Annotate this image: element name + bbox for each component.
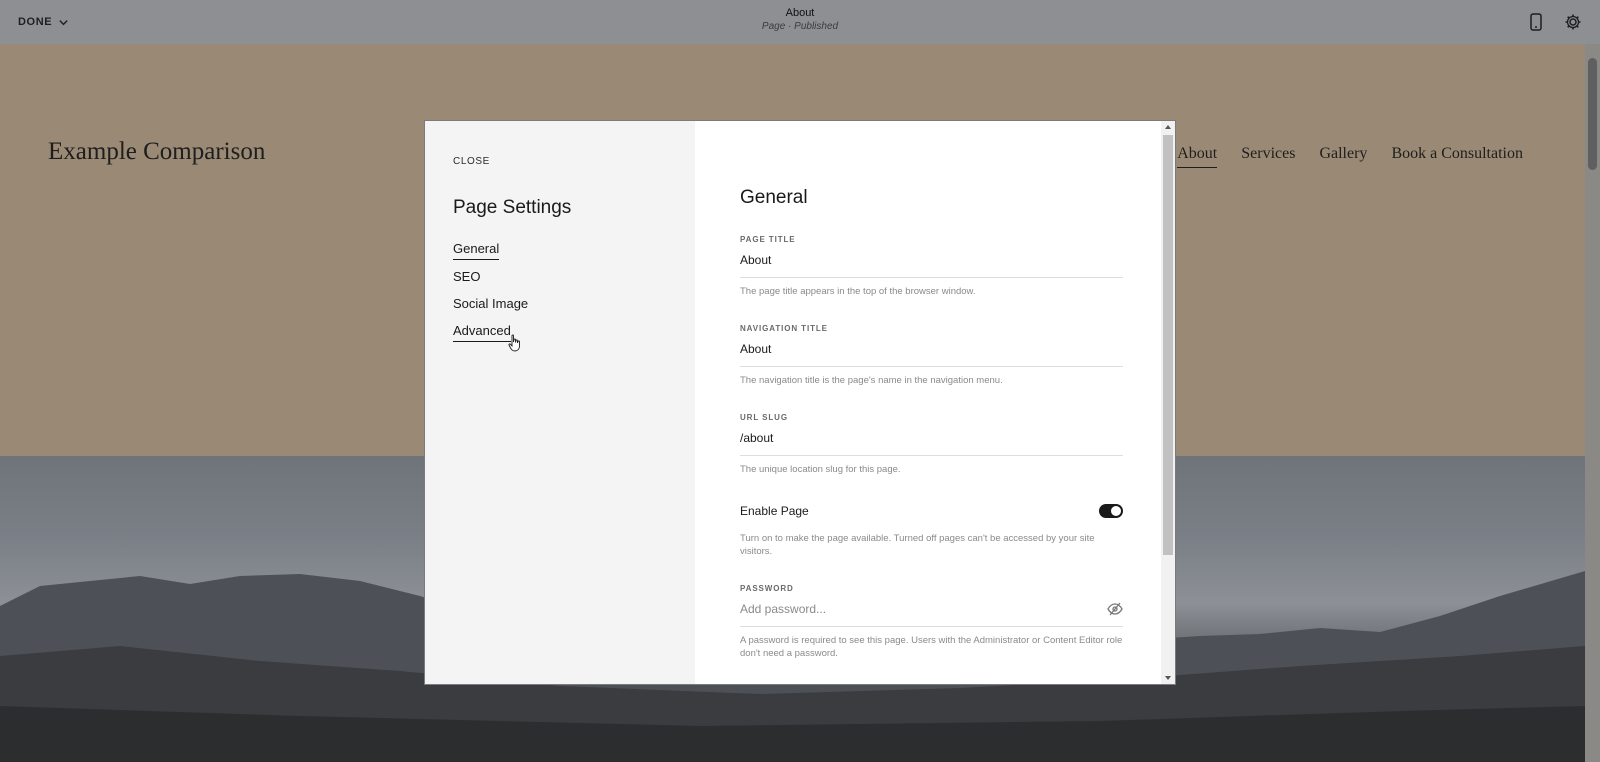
page-title-help: The page title appears in the top of the…: [740, 286, 976, 297]
site-logo[interactable]: Example Comparison: [48, 138, 265, 166]
page-indicator-title: About: [785, 7, 815, 19]
site-navigation: About Services Gallery Book a Consultati…: [1177, 145, 1523, 168]
mobile-icon[interactable]: [1530, 13, 1542, 31]
settings-title: Page Settings: [453, 197, 572, 218]
tab-seo[interactable]: SEO: [453, 269, 480, 287]
site-nav-book-consultation[interactable]: Book a Consultation: [1391, 145, 1523, 168]
page-settings-modal: CLOSE Page Settings General SEO Social I…: [425, 121, 1175, 684]
tab-general[interactable]: General: [453, 241, 500, 260]
settings-tabs: General SEO Social Image Advanced: [453, 241, 667, 342]
url-slug-label: URL SLUG: [740, 413, 788, 422]
page-indicator: About Page · Published: [762, 7, 838, 32]
page-scrollbar[interactable]: [1585, 44, 1600, 762]
page-indicator-status: Page · Published: [761, 21, 839, 32]
tab-social-image[interactable]: Social Image: [453, 296, 528, 314]
editor-topbar: DONE About Page · Published: [0, 0, 1600, 44]
site-nav-services[interactable]: Services: [1241, 145, 1295, 168]
password-input-row: [740, 602, 1123, 627]
enable-page-toggle[interactable]: [1099, 504, 1123, 518]
close-button[interactable]: CLOSE: [453, 156, 490, 167]
page-scrollbar-thumb[interactable]: [1588, 58, 1597, 170]
eye-off-icon[interactable]: [1107, 602, 1123, 616]
hand-cursor-icon: [508, 334, 520, 352]
settings-sidebar: CLOSE Page Settings General SEO Social I…: [425, 121, 695, 684]
modal-scrollbar[interactable]: [1161, 121, 1175, 684]
done-button[interactable]: DONE: [18, 16, 69, 28]
chevron-down-icon: [59, 19, 68, 25]
tab-advanced[interactable]: Advanced: [453, 323, 511, 342]
site-nav-about[interactable]: About: [1177, 145, 1218, 168]
settings-content: General PAGE TITLE About The page title …: [695, 121, 1175, 684]
scroll-up-arrow-icon[interactable]: [1165, 125, 1171, 129]
section-title: General: [740, 187, 808, 208]
modal-scrollbar-thumb[interactable]: [1163, 135, 1173, 555]
navigation-title-field: NAVIGATION TITLE About The navigation ti…: [740, 324, 1123, 387]
topbar-actions: [1530, 13, 1582, 31]
navigation-title-help: The navigation title is the page's name …: [740, 375, 1003, 386]
password-help: A password is required to see this page.…: [740, 635, 1123, 659]
password-field: PASSWORD A password is required to see t…: [740, 584, 1123, 660]
navigation-title-label: NAVIGATION TITLE: [740, 324, 828, 333]
gear-icon[interactable]: [1564, 13, 1582, 31]
done-label: DONE: [18, 16, 53, 28]
site-nav-gallery[interactable]: Gallery: [1319, 145, 1367, 168]
scroll-down-arrow-icon[interactable]: [1165, 676, 1171, 680]
url-slug-help: The unique location slug for this page.: [740, 464, 901, 475]
navigation-title-input[interactable]: About: [740, 342, 1123, 367]
enable-page-row: Enable Page: [740, 504, 1123, 518]
url-slug-field: URL SLUG /about The unique location slug…: [740, 413, 1123, 476]
enable-page-help: Turn on to make the page available. Turn…: [740, 533, 1095, 557]
password-label: PASSWORD: [740, 584, 794, 593]
enable-page-label: Enable Page: [740, 504, 809, 518]
page-title-field: PAGE TITLE About The page title appears …: [740, 235, 1123, 298]
password-input[interactable]: [740, 602, 1060, 616]
url-slug-input[interactable]: /about: [740, 431, 1123, 456]
page-title-input[interactable]: About: [740, 253, 1123, 278]
page-title-label: PAGE TITLE: [740, 235, 796, 244]
